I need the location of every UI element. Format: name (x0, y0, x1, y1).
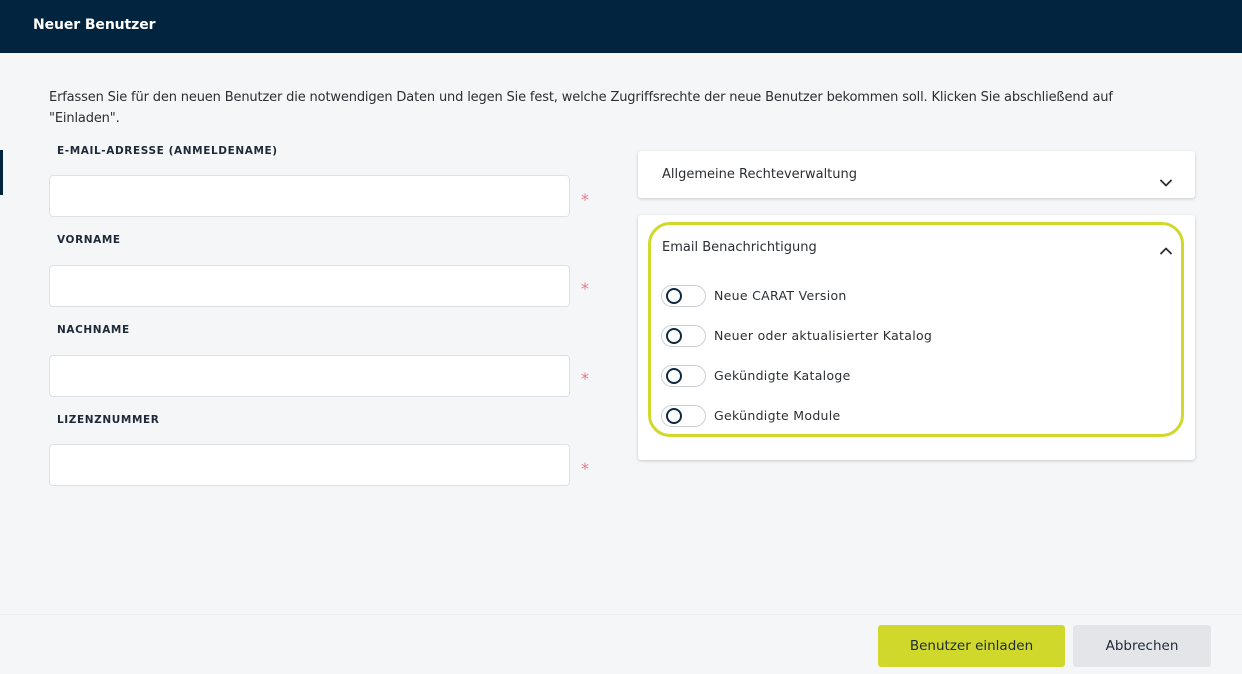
cancel-button[interactable]: Abbrechen (1073, 625, 1211, 667)
email-field[interactable] (49, 175, 570, 217)
chevron-down-icon[interactable] (1160, 172, 1172, 187)
lastname-label: NACHNAME (57, 324, 130, 336)
toggle-label: Gekündigte Kataloge (714, 368, 851, 383)
toggle-row-carat-version: Neue CARAT Version (661, 285, 1081, 307)
panel-general-rights[interactable]: Allgemeine Rechteverwaltung (638, 151, 1195, 198)
toggle-knob (666, 408, 682, 424)
toggle-switch[interactable] (661, 285, 706, 307)
toggle-label: Neuer oder aktualisierter Katalog (714, 328, 933, 343)
toggle-row-cancelled-modules: Gekündigte Module (661, 405, 1081, 427)
toggle-switch[interactable] (661, 405, 706, 427)
intro-text: Erfassen Sie für den neuen Benutzer die … (49, 90, 1113, 126)
toggle-knob (666, 288, 682, 304)
toggle-row-cancelled-catalogs: Gekündigte Kataloge (661, 365, 1081, 387)
toggle-row-catalog-updated: Neuer oder aktualisierter Katalog (661, 325, 1081, 347)
dialog-title: Neuer Benutzer (33, 17, 156, 33)
toggle-label: Neue CARAT Version (714, 288, 847, 303)
email-required-mark: * (581, 190, 589, 209)
left-edge-indicator (0, 150, 3, 195)
chevron-up-icon[interactable] (1160, 240, 1172, 255)
firstname-required-mark: * (581, 279, 589, 298)
toggle-knob (666, 328, 682, 344)
firstname-field[interactable] (49, 265, 570, 307)
toggle-switch[interactable] (661, 365, 706, 387)
toggle-switch[interactable] (661, 325, 706, 347)
toggle-knob (666, 368, 682, 384)
license-label: LIZENZNUMMER (57, 414, 160, 426)
lastname-field[interactable] (49, 355, 570, 397)
lastname-required-mark: * (581, 369, 589, 388)
panel-email-title: Email Benachrichtigung (662, 240, 817, 255)
dialog-header: Neuer Benutzer (0, 0, 1242, 53)
toggle-label: Gekündigte Module (714, 408, 841, 423)
firstname-label: VORNAME (57, 234, 121, 246)
panel-general-title: Allgemeine Rechteverwaltung (662, 167, 858, 182)
invite-user-button[interactable]: Benutzer einladen (878, 625, 1065, 667)
email-label: E-MAIL-ADRESSE (ANMELDENAME) (57, 145, 278, 157)
panel-email-notifications: Email Benachrichtigung Neue CARAT Versio… (638, 215, 1195, 460)
license-required-mark: * (581, 459, 589, 478)
license-field[interactable] (49, 444, 570, 486)
